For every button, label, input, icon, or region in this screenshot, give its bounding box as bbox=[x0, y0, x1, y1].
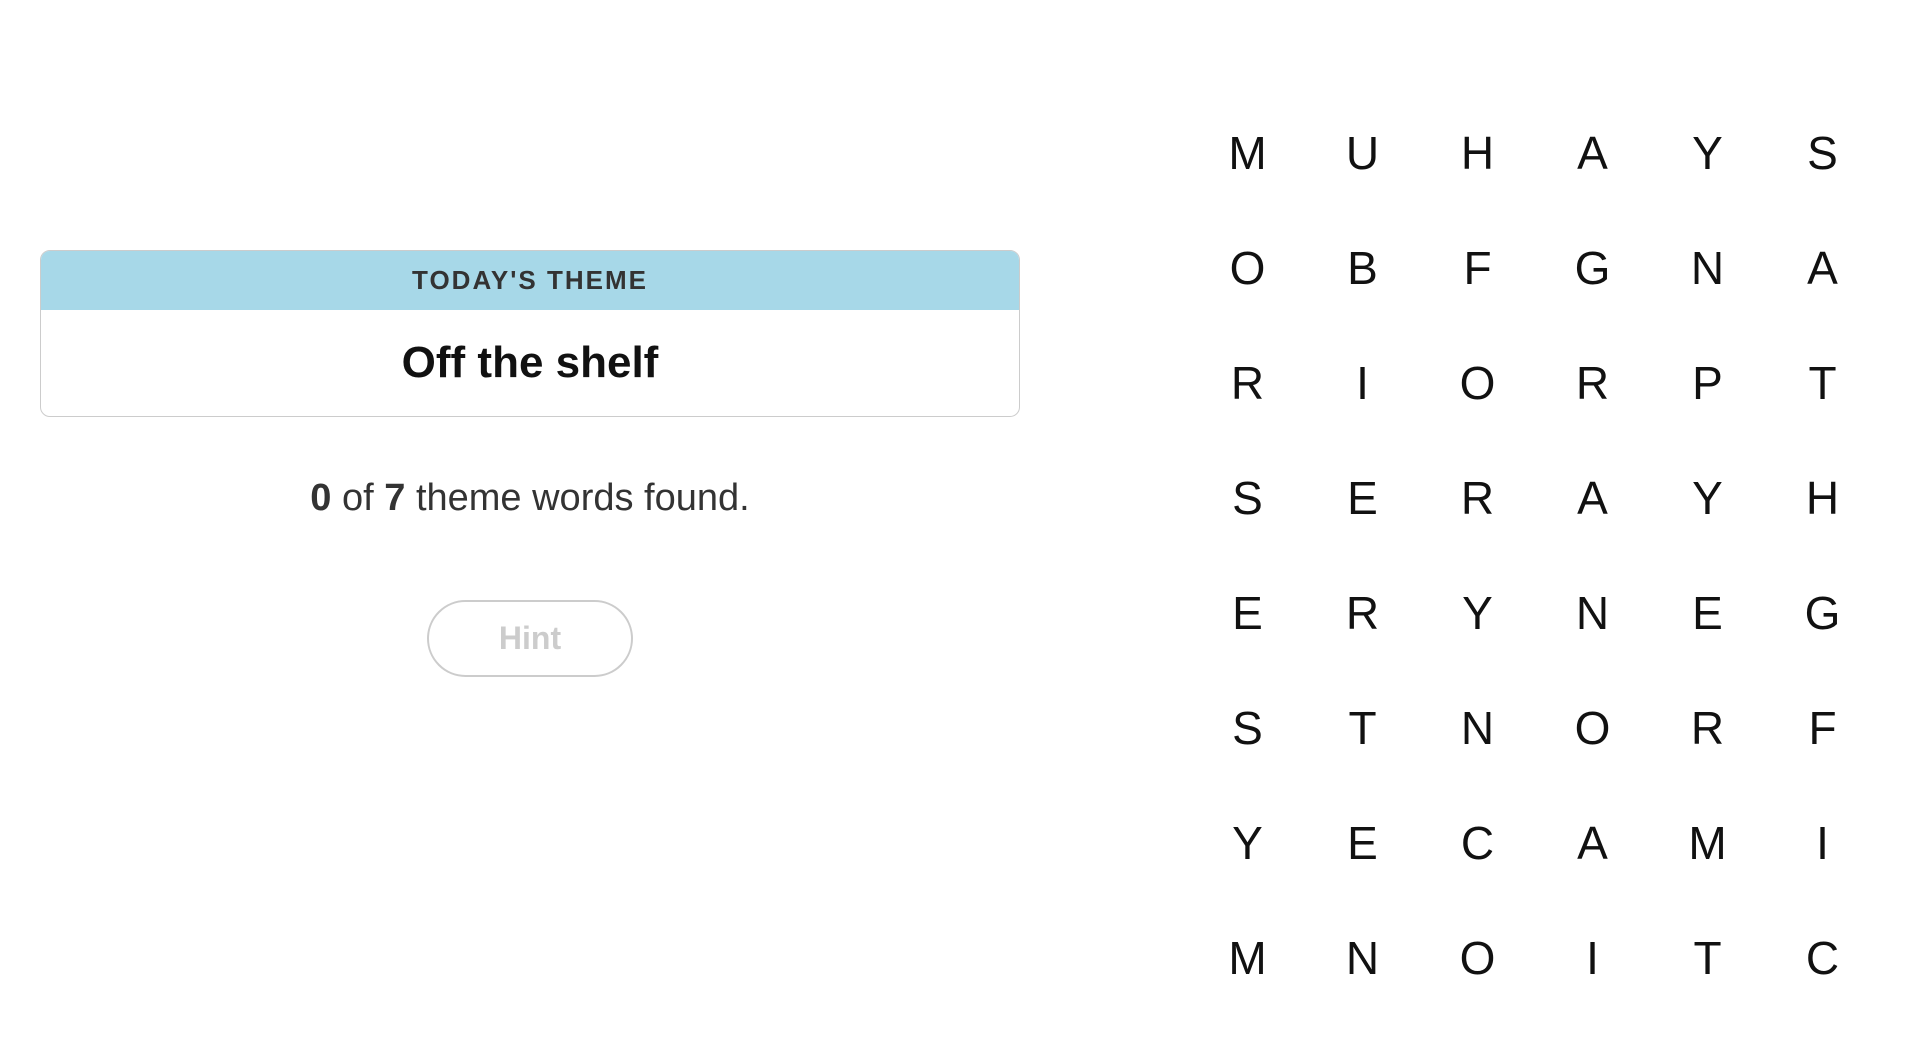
letter-grid: MUHAYSOBFGNARIORPTSERAYHERYNEGSTNORFYECA… bbox=[1190, 95, 1920, 1015]
letter-cell[interactable]: P bbox=[1650, 325, 1765, 440]
letter-cell[interactable]: C bbox=[1765, 900, 1880, 1015]
progress-found-count: 0 bbox=[310, 477, 331, 519]
letter-cell[interactable]: E bbox=[1305, 440, 1420, 555]
letter-cell[interactable]: R bbox=[1650, 670, 1765, 785]
letter-cell[interactable]: N bbox=[1305, 900, 1420, 1015]
letter-cell[interactable]: S bbox=[1190, 670, 1305, 785]
letter-cell[interactable]: R bbox=[1305, 555, 1420, 670]
letter-cell[interactable]: A bbox=[1535, 785, 1650, 900]
letter-cell[interactable]: S bbox=[1190, 440, 1305, 555]
grid-panel: MUHAYSOBFGNARIORPTSERAYHERYNEGSTNORFYECA… bbox=[1060, 0, 1920, 1061]
letter-cell[interactable]: Y bbox=[1420, 555, 1535, 670]
letter-cell[interactable]: H bbox=[1420, 95, 1535, 210]
info-panel: TODAY'S THEME Off the shelf 0 of 7 theme… bbox=[0, 0, 1060, 1061]
letter-cell[interactable]: O bbox=[1420, 325, 1535, 440]
letter-cell[interactable]: R bbox=[1535, 325, 1650, 440]
letter-cell[interactable]: H bbox=[1765, 440, 1880, 555]
letter-cell[interactable]: Y bbox=[1650, 440, 1765, 555]
letter-cell[interactable]: N bbox=[1420, 670, 1535, 785]
letter-cell[interactable]: R bbox=[1420, 440, 1535, 555]
hint-button[interactable]: Hint bbox=[427, 600, 633, 677]
letter-cell[interactable]: F bbox=[1420, 210, 1535, 325]
letter-cell[interactable]: U bbox=[1305, 95, 1420, 210]
letter-cell[interactable]: A bbox=[1535, 440, 1650, 555]
theme-card: TODAY'S THEME Off the shelf bbox=[40, 250, 1020, 417]
letter-cell[interactable]: F bbox=[1765, 670, 1880, 785]
letter-cell[interactable]: T bbox=[1650, 900, 1765, 1015]
letter-cell[interactable]: R bbox=[1190, 325, 1305, 440]
progress-separator: of bbox=[331, 477, 384, 519]
theme-title: Off the shelf bbox=[41, 310, 1019, 416]
letter-cell[interactable]: C bbox=[1420, 785, 1535, 900]
letter-cell[interactable]: I bbox=[1305, 325, 1420, 440]
progress-suffix: theme words found. bbox=[405, 477, 749, 519]
letter-cell[interactable]: Y bbox=[1650, 95, 1765, 210]
letter-cell[interactable]: G bbox=[1535, 210, 1650, 325]
letter-cell[interactable]: M bbox=[1190, 900, 1305, 1015]
letter-cell[interactable]: E bbox=[1190, 555, 1305, 670]
letter-cell[interactable]: E bbox=[1650, 555, 1765, 670]
letter-cell[interactable]: I bbox=[1765, 785, 1880, 900]
letter-cell[interactable]: E bbox=[1305, 785, 1420, 900]
theme-header-label: TODAY'S THEME bbox=[41, 251, 1019, 310]
letter-cell[interactable]: T bbox=[1765, 325, 1880, 440]
letter-cell[interactable]: M bbox=[1190, 95, 1305, 210]
letter-cell[interactable]: O bbox=[1190, 210, 1305, 325]
letter-cell[interactable]: G bbox=[1765, 555, 1880, 670]
letter-cell[interactable]: M bbox=[1650, 785, 1765, 900]
letter-cell[interactable]: N bbox=[1650, 210, 1765, 325]
game-container: TODAY'S THEME Off the shelf 0 of 7 theme… bbox=[0, 0, 1920, 1061]
letter-cell[interactable]: O bbox=[1535, 670, 1650, 785]
letter-cell[interactable]: Y bbox=[1190, 785, 1305, 900]
progress-total-count: 7 bbox=[384, 477, 405, 519]
letter-cell[interactable]: N bbox=[1535, 555, 1650, 670]
letter-cell[interactable]: S bbox=[1765, 95, 1880, 210]
letter-cell[interactable]: O bbox=[1420, 900, 1535, 1015]
letter-cell[interactable]: B bbox=[1305, 210, 1420, 325]
letter-cell[interactable]: T bbox=[1305, 670, 1420, 785]
progress-text: 0 of 7 theme words found. bbox=[310, 477, 749, 520]
letter-cell[interactable]: A bbox=[1765, 210, 1880, 325]
letter-cell[interactable]: A bbox=[1535, 95, 1650, 210]
letter-cell[interactable]: I bbox=[1535, 900, 1650, 1015]
